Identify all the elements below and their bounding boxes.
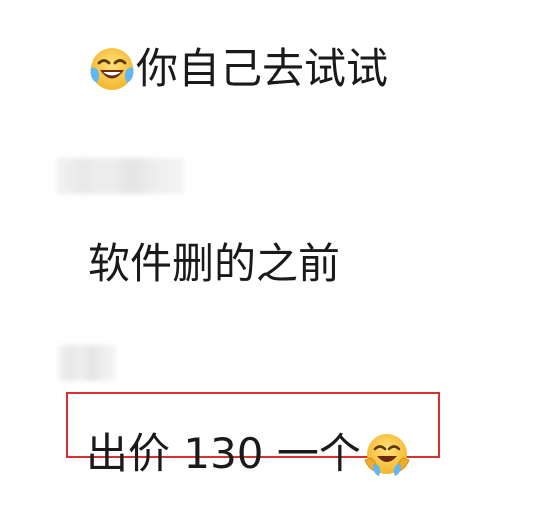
message-line-2: 软件删的之前 <box>88 243 340 285</box>
message-text-3: 出价 130 一个 <box>86 429 361 478</box>
message-line-1: 你自己去试试 <box>88 45 388 93</box>
message-text-1: 你自己去试试 <box>136 44 389 93</box>
blurred-username <box>58 345 116 381</box>
laughing-crying-face-icon <box>363 430 411 478</box>
message-text-2: 软件删的之前 <box>88 239 341 288</box>
blurred-username <box>56 158 184 194</box>
face-with-tears-of-joy-icon <box>88 45 136 93</box>
message-line-3: 出价 130 一个 <box>86 430 411 478</box>
